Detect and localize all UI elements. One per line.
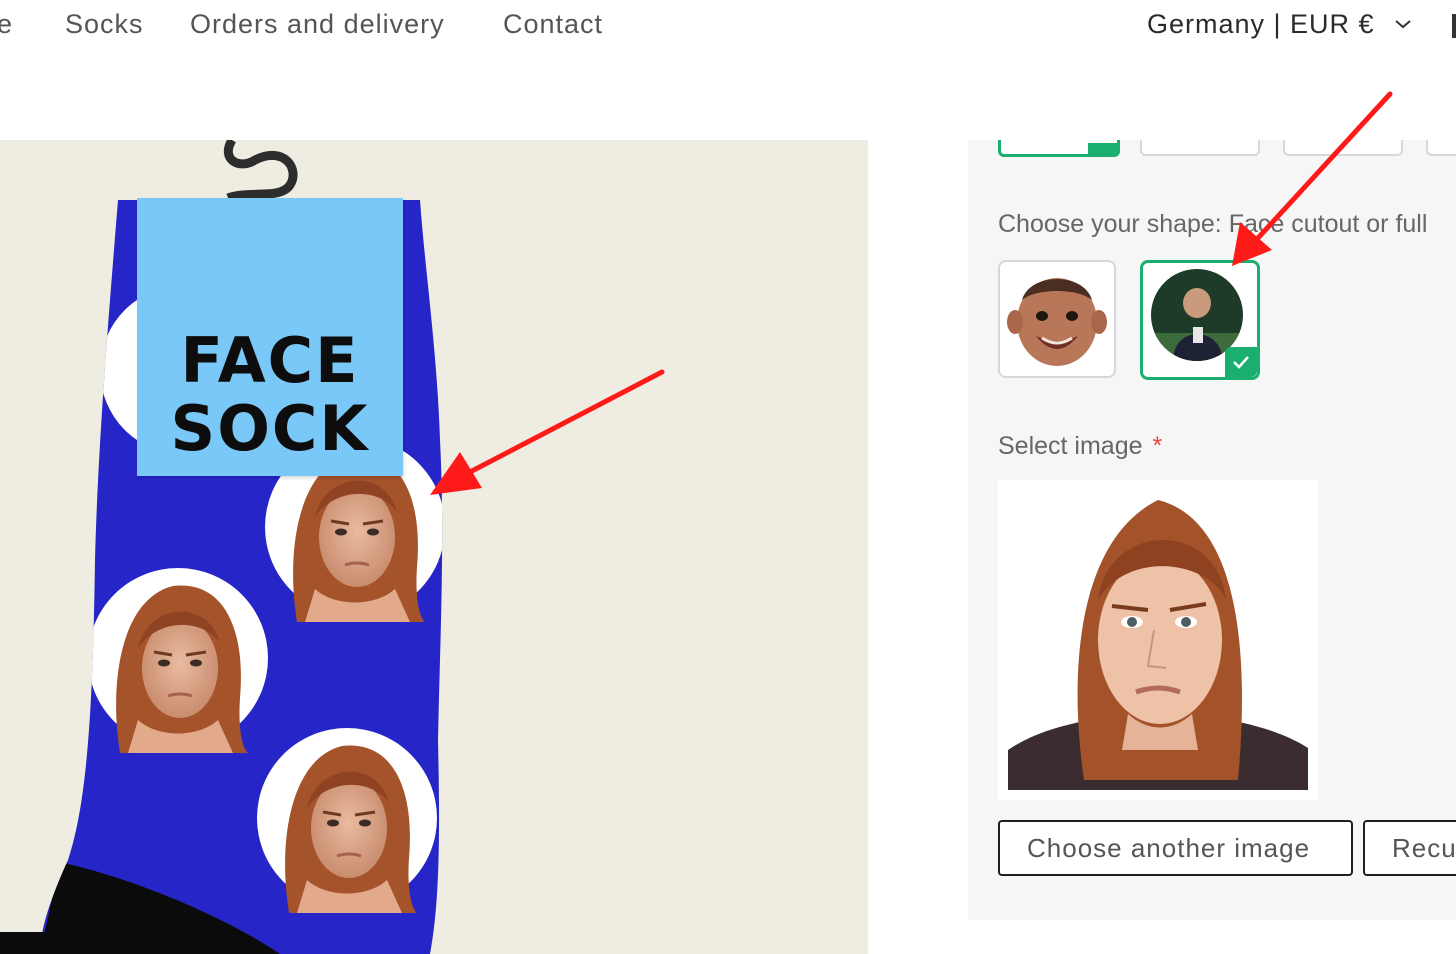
nav-link-contact[interactable]: Contact bbox=[503, 9, 603, 40]
choose-another-image-button[interactable]: Choose another image bbox=[998, 820, 1353, 876]
selected-image-preview[interactable] bbox=[998, 480, 1318, 800]
baby-face-cutout-icon bbox=[1007, 278, 1107, 366]
woman-portrait-photo bbox=[1008, 490, 1308, 790]
shape-option-full[interactable] bbox=[1140, 260, 1260, 380]
check-icon bbox=[1225, 347, 1257, 377]
tag-line-face: FACE bbox=[180, 324, 360, 397]
nav-link-home[interactable]: e bbox=[0, 9, 13, 40]
shape-label: Choose your shape: Face cutout or full bbox=[998, 210, 1428, 238]
sock-illustration bbox=[0, 140, 443, 954]
nav-link-orders-delivery[interactable]: Orders and delivery bbox=[190, 9, 445, 40]
region-currency-selector[interactable]: Germany | EUR € bbox=[1147, 9, 1375, 40]
hanger-hook bbox=[223, 140, 298, 203]
shape-option-face-cutout[interactable] bbox=[998, 260, 1116, 378]
required-asterisk: * bbox=[1152, 432, 1163, 460]
product-tag: FACE SOCK bbox=[137, 198, 403, 476]
chevron-down-icon[interactable] bbox=[1393, 17, 1413, 31]
color-option-selected[interactable] bbox=[998, 140, 1120, 157]
nav-link-socks[interactable]: Socks bbox=[65, 9, 144, 40]
page: e Socks Orders and delivery Contact Germ… bbox=[0, 0, 1456, 954]
select-image-text: Select image bbox=[998, 432, 1143, 460]
color-option[interactable] bbox=[1283, 140, 1403, 156]
recut-button[interactable]: Recut bbox=[1363, 820, 1456, 876]
color-option[interactable] bbox=[1140, 140, 1260, 156]
tag-line-sock: SOCK bbox=[170, 392, 370, 465]
check-icon bbox=[1088, 143, 1120, 157]
select-image-label: Select image * bbox=[998, 432, 1162, 461]
top-nav: e Socks Orders and delivery Contact Germ… bbox=[0, 0, 1456, 56]
nav-edge-icon bbox=[1452, 14, 1456, 38]
sock-preview: FACE SOCK bbox=[0, 140, 868, 954]
color-option[interactable] bbox=[1426, 140, 1456, 156]
customizer-panel: Choose your shape: Face cutout or full S… bbox=[968, 140, 1456, 920]
